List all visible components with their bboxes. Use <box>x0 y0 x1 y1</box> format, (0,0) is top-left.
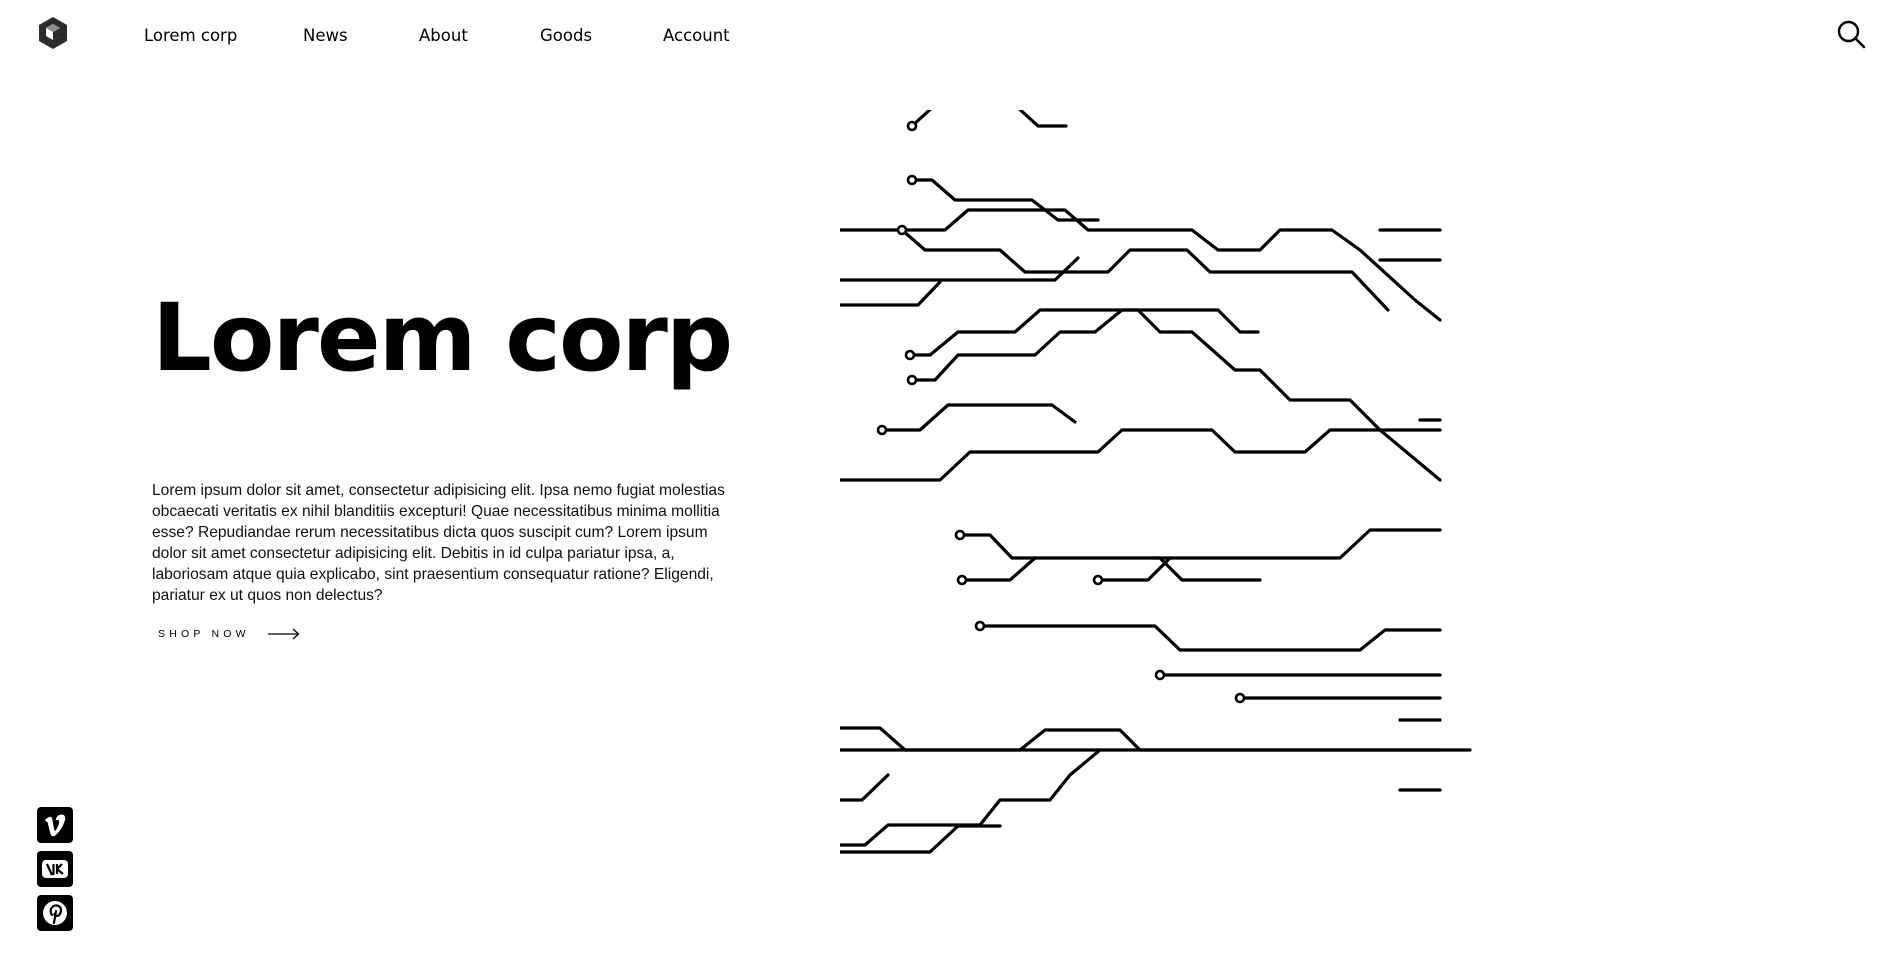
nav-item-account[interactable]: Account <box>663 26 730 46</box>
nav-item-news[interactable]: News <box>303 26 348 46</box>
nav-item-goods[interactable]: Goods <box>540 26 592 46</box>
vk-button[interactable] <box>37 851 73 887</box>
hero-title: Lorem corp <box>152 284 733 393</box>
pinterest-icon <box>43 901 67 925</box>
cube-logo-icon[interactable] <box>36 16 70 50</box>
nav-item-about[interactable]: About <box>419 26 468 46</box>
pinterest-button[interactable] <box>37 895 73 931</box>
shop-now-link[interactable]: SHOP NOW <box>158 624 300 644</box>
circuit-board-illustration <box>840 110 1904 880</box>
nav-item-lorem-corp[interactable]: Lorem corp <box>144 26 237 46</box>
vk-icon <box>42 860 68 878</box>
vimeo-icon <box>45 814 66 837</box>
hero-description: Lorem ipsum dolor sit amet, consectetur … <box>152 482 725 604</box>
vimeo-button[interactable] <box>37 807 73 843</box>
shop-now-label: SHOP NOW <box>158 628 250 640</box>
arrow-right-icon <box>267 628 300 640</box>
search-icon[interactable] <box>1836 19 1866 49</box>
